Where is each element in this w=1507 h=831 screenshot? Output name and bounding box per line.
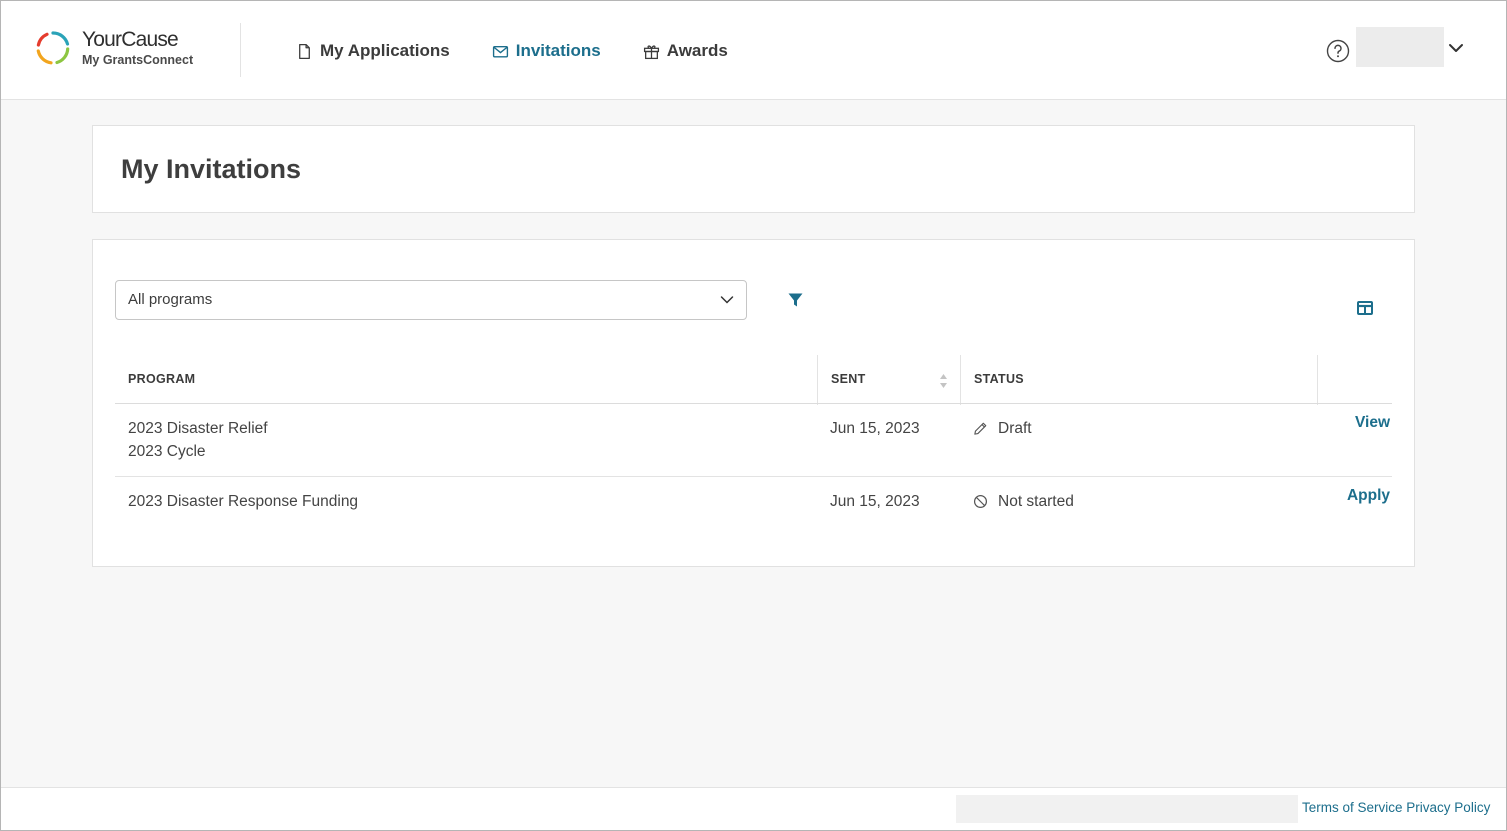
- brand-name: YourCause: [82, 28, 179, 51]
- gift-icon: [643, 44, 659, 59]
- privacy-policy-link[interactable]: Privacy Policy: [1406, 800, 1490, 815]
- brand-subtitle: My GrantsConnect: [82, 53, 194, 67]
- program-select-value: All programs: [128, 291, 213, 308]
- column-header-sent-label: SENT: [831, 372, 866, 386]
- nav-my-applications[interactable]: My Applications: [296, 38, 450, 64]
- column-header-program: PROGRAM: [128, 372, 196, 386]
- status-cell: Draft: [973, 417, 1032, 440]
- column-header-status: STATUS: [960, 355, 1317, 405]
- status-text: Not started: [998, 493, 1074, 510]
- brand-logo[interactable]: YourCause My GrantsConnect: [35, 28, 194, 68]
- nav-label: My Applications: [320, 41, 450, 60]
- program-select[interactable]: All programs: [115, 280, 747, 320]
- footer-links: Terms of Service Privacy Policy: [1302, 800, 1490, 815]
- page-title: My Invitations: [121, 154, 302, 184]
- view-link[interactable]: View: [1355, 414, 1390, 432]
- document-icon: [299, 43, 310, 59]
- apply-link[interactable]: Apply: [1347, 487, 1390, 505]
- main-nav: My Applications Invitations Awards: [296, 38, 770, 64]
- page-footer: Terms of Service Privacy Policy: [0, 787, 1507, 831]
- table-row: 2023 Disaster Response Funding Jun 15, 2…: [115, 477, 1392, 527]
- columns-icon[interactable]: [1357, 301, 1373, 315]
- pencil-icon: [974, 422, 987, 435]
- column-header-sent[interactable]: SENT: [817, 355, 960, 405]
- terms-of-service-link[interactable]: Terms of Service: [1302, 800, 1403, 815]
- column-header-actions: [1317, 355, 1392, 405]
- nav-label: Awards: [666, 41, 728, 60]
- ban-icon: [973, 494, 988, 509]
- status-cell: Not started: [973, 490, 1074, 513]
- top-header: YourCause My GrantsConnect My Applicatio…: [0, 0, 1507, 100]
- footer-placeholder: [956, 795, 1298, 823]
- program-cycle: 2023 Cycle: [128, 443, 206, 460]
- yourcause-logo-icon: [36, 31, 70, 65]
- chevron-down-icon: [720, 296, 734, 304]
- invitations-card: All programs PROGRAM SENT STATUS 2023 Di…: [92, 239, 1415, 567]
- chevron-down-icon[interactable]: [1448, 42, 1464, 54]
- sent-date: Jun 15, 2023: [830, 420, 920, 437]
- program-cell: 2023 Disaster Response Funding: [128, 490, 358, 513]
- sort-icon: [940, 374, 947, 388]
- program-name: 2023 Disaster Response Funding: [128, 493, 359, 510]
- envelope-icon: [492, 45, 508, 58]
- user-avatar[interactable]: [1356, 27, 1444, 67]
- program-cell: 2023 Disaster Relief 2023 Cycle: [128, 417, 268, 463]
- sent-date: Jun 15, 2023: [830, 493, 920, 510]
- nav-label: Invitations: [515, 41, 601, 60]
- program-name: 2023 Disaster Relief: [128, 420, 268, 437]
- help-circle-icon[interactable]: [1326, 39, 1350, 63]
- filter-icon[interactable]: [787, 292, 804, 308]
- header-divider: [240, 23, 241, 77]
- table-row: 2023 Disaster Relief 2023 Cycle Jun 15, …: [115, 404, 1392, 477]
- page-title-card: My Invitations: [92, 125, 1415, 213]
- nav-awards[interactable]: Awards: [643, 38, 728, 64]
- nav-invitations[interactable]: Invitations: [492, 38, 601, 64]
- status-text: Draft: [998, 420, 1032, 437]
